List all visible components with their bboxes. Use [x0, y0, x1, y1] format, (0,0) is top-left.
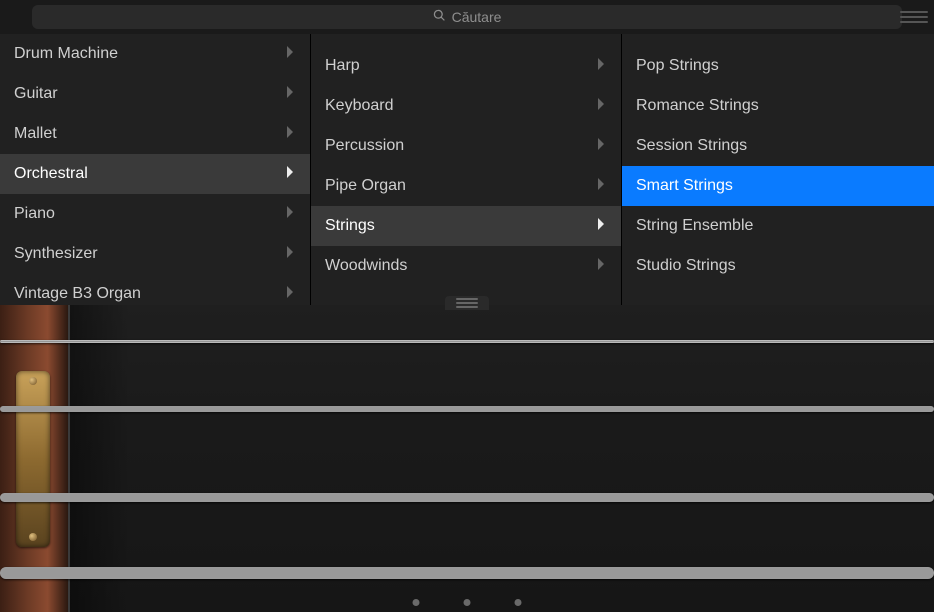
category-label: Orchestral — [14, 165, 88, 183]
chevron-right-icon — [286, 205, 296, 223]
subcategory-label: Woodwinds — [325, 257, 407, 275]
search-input[interactable]: Căutare — [32, 5, 902, 29]
sound-browser: Drum Machine Guitar Mallet Orchestral Piano S… — [0, 34, 934, 305]
chevron-right-icon — [286, 165, 296, 183]
page-dot[interactable] — [515, 599, 522, 606]
preset-column: Modern Strings Pop Strings Romance Strings… — [622, 34, 934, 305]
preset-label: Pop Strings — [636, 57, 719, 75]
subcategory-row[interactable]: Woodwinds — [311, 246, 621, 286]
preset-label: Modern Strings — [636, 34, 745, 35]
chevron-right-icon — [597, 97, 607, 115]
page-dots[interactable] — [413, 599, 522, 606]
search-placeholder: Căutare — [452, 9, 502, 25]
instrument-view — [0, 305, 934, 612]
page-dot[interactable] — [413, 599, 420, 606]
preset-row[interactable]: Smart Strings — [622, 166, 934, 206]
preset-row[interactable]: Pop Strings — [622, 46, 934, 86]
preset-row[interactable]: String Ensemble — [622, 206, 934, 246]
preset-row[interactable]: Session Strings — [622, 126, 934, 166]
category-row[interactable]: Synthesizer — [0, 234, 310, 274]
subcategory-row[interactable]: Harp — [311, 46, 621, 86]
category-label: Piano — [14, 205, 55, 223]
subcategory-row[interactable]: Strings — [311, 206, 621, 246]
search-icon — [433, 9, 446, 25]
category-row[interactable]: Orchestral — [0, 154, 310, 194]
page-dot[interactable] — [464, 599, 471, 606]
preset-label: Session Strings — [636, 137, 747, 155]
chevron-right-icon — [597, 257, 607, 275]
drag-handle-icon[interactable] — [445, 296, 489, 310]
subcategory-label: Pipe Organ — [325, 177, 406, 195]
chevron-right-icon — [286, 285, 296, 303]
subcategory-row[interactable]: Pipe Organ — [311, 166, 621, 206]
menu-icon[interactable] — [900, 11, 928, 23]
category-label: Vintage B3 Organ — [14, 285, 141, 303]
chevron-right-icon — [597, 137, 607, 155]
preset-label: Studio Strings — [636, 257, 736, 275]
subcategory-label: Strings — [325, 217, 375, 235]
preset-row[interactable]: Romance Strings — [622, 86, 934, 126]
chevron-right-icon — [286, 85, 296, 103]
category-row[interactable]: Piano — [0, 194, 310, 234]
category-row[interactable]: Guitar — [0, 74, 310, 114]
subcategory-label: Harp — [325, 57, 360, 75]
category-label: Synthesizer — [14, 245, 98, 263]
category-column: Drum Machine Guitar Mallet Orchestral Piano S… — [0, 34, 311, 305]
subcategory-row[interactable]: Keyboard — [311, 86, 621, 126]
chevron-right-icon — [597, 57, 607, 75]
preset-label: String Ensemble — [636, 217, 753, 235]
chevron-right-icon — [597, 217, 607, 235]
subcategory-label: Choir — [325, 34, 363, 35]
category-row[interactable]: Drum Machine — [0, 34, 310, 74]
chevron-right-icon — [286, 125, 296, 143]
search-bar: Căutare — [0, 0, 934, 34]
preset-row[interactable]: Modern Strings — [622, 34, 934, 46]
subcategory-column: Choir Harp Keyboard Percussion Pipe Organ Str… — [311, 34, 622, 305]
preset-row[interactable]: Studio Strings — [622, 246, 934, 286]
category-label: Guitar — [14, 85, 58, 103]
category-label: Mallet — [14, 125, 57, 143]
subcategory-label: Keyboard — [325, 97, 394, 115]
subcategory-row[interactable]: Percussion — [311, 126, 621, 166]
preset-label: Smart Strings — [636, 177, 733, 195]
subcategory-row[interactable]: Choir — [311, 34, 621, 46]
subcategory-label: Percussion — [325, 137, 404, 155]
chevron-right-icon — [286, 245, 296, 263]
chevron-right-icon — [597, 177, 607, 195]
category-row[interactable]: Mallet — [0, 114, 310, 154]
category-row[interactable]: Vintage B3 Organ — [0, 274, 310, 305]
chevron-right-icon — [597, 34, 607, 35]
brass-plate — [16, 371, 50, 547]
chevron-right-icon — [286, 45, 296, 63]
category-label: Drum Machine — [14, 45, 118, 63]
preset-label: Romance Strings — [636, 97, 759, 115]
